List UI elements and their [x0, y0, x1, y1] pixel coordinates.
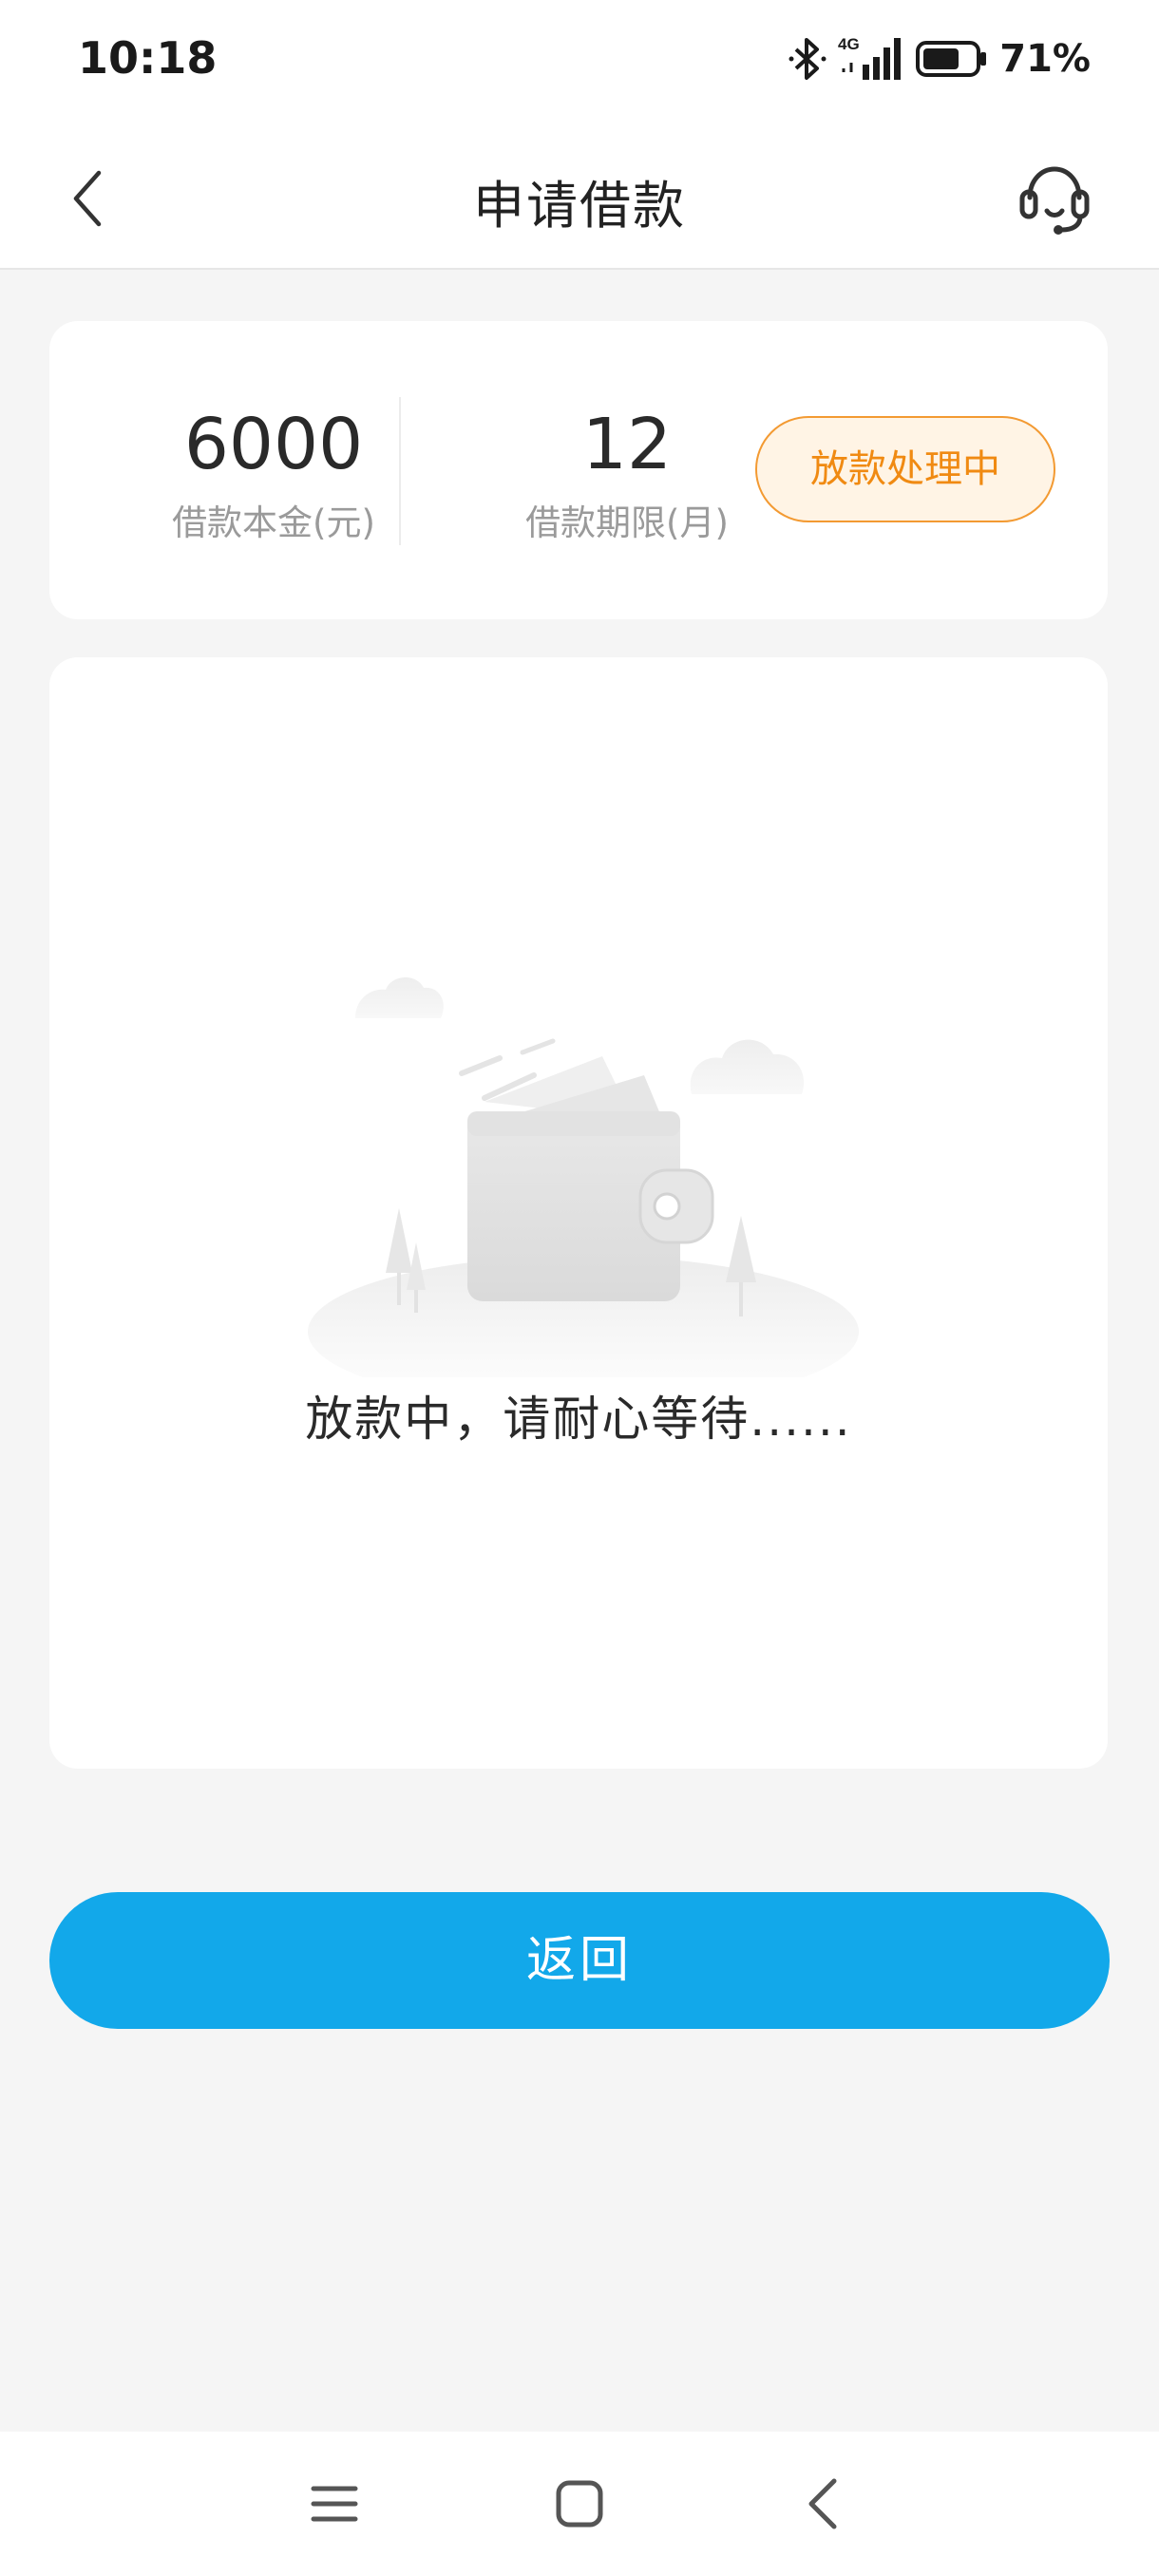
- battery-icon: [916, 41, 987, 77]
- system-back-button[interactable]: [794, 2473, 855, 2534]
- loan-term-label: 借款期限(月): [525, 502, 729, 543]
- signal-4g-icon: 4G: [838, 35, 902, 80]
- recent-apps-button[interactable]: [304, 2473, 365, 2534]
- wallet-icon: [308, 976, 859, 1377]
- page-title: 申请借款: [473, 176, 686, 236]
- loan-term-value: 12: [581, 404, 673, 485]
- headset-icon: [1019, 166, 1090, 235]
- status-bar: 10:18 4G 71%: [0, 0, 1159, 123]
- screen: 10:18 4G 71% 申请借款 6000 借款本金(元) 12 借款期限(月…: [0, 0, 1159, 2576]
- system-nav-bar: [0, 2432, 1159, 2576]
- home-icon: [556, 2480, 603, 2528]
- loan-summary-card: 6000 借款本金(元) 12 借款期限(月) 放款处理中: [49, 321, 1108, 619]
- battery-percent: 71%: [999, 37, 1091, 81]
- customer-service-button[interactable]: [1015, 158, 1094, 237]
- bluetooth-icon: [788, 38, 826, 80]
- battery-fill: [923, 48, 960, 69]
- stat-divider: [399, 397, 401, 545]
- status-icons: 4G 71%: [788, 32, 1091, 85]
- home-button[interactable]: [549, 2473, 610, 2534]
- loan-principal-value: 6000: [183, 404, 364, 485]
- disbursement-progress-card: 放款中，请耐心等待......: [49, 657, 1108, 1769]
- status-time: 10:18: [78, 32, 218, 84]
- nav-bar: 申请借款: [0, 123, 1159, 270]
- return-button[interactable]: 返回: [49, 1892, 1110, 2029]
- loan-principal-label: 借款本金(元): [172, 502, 375, 543]
- loan-principal: 6000 借款本金(元): [150, 399, 397, 545]
- menu-icon: [311, 2486, 358, 2522]
- progress-message: 放款中，请耐心等待......: [305, 1392, 852, 1447]
- loan-term: 12 借款期限(月): [504, 399, 750, 545]
- network-type-label: 4G: [838, 35, 860, 53]
- back-icon: [808, 2478, 837, 2529]
- status-badge: 放款处理中: [755, 416, 1055, 522]
